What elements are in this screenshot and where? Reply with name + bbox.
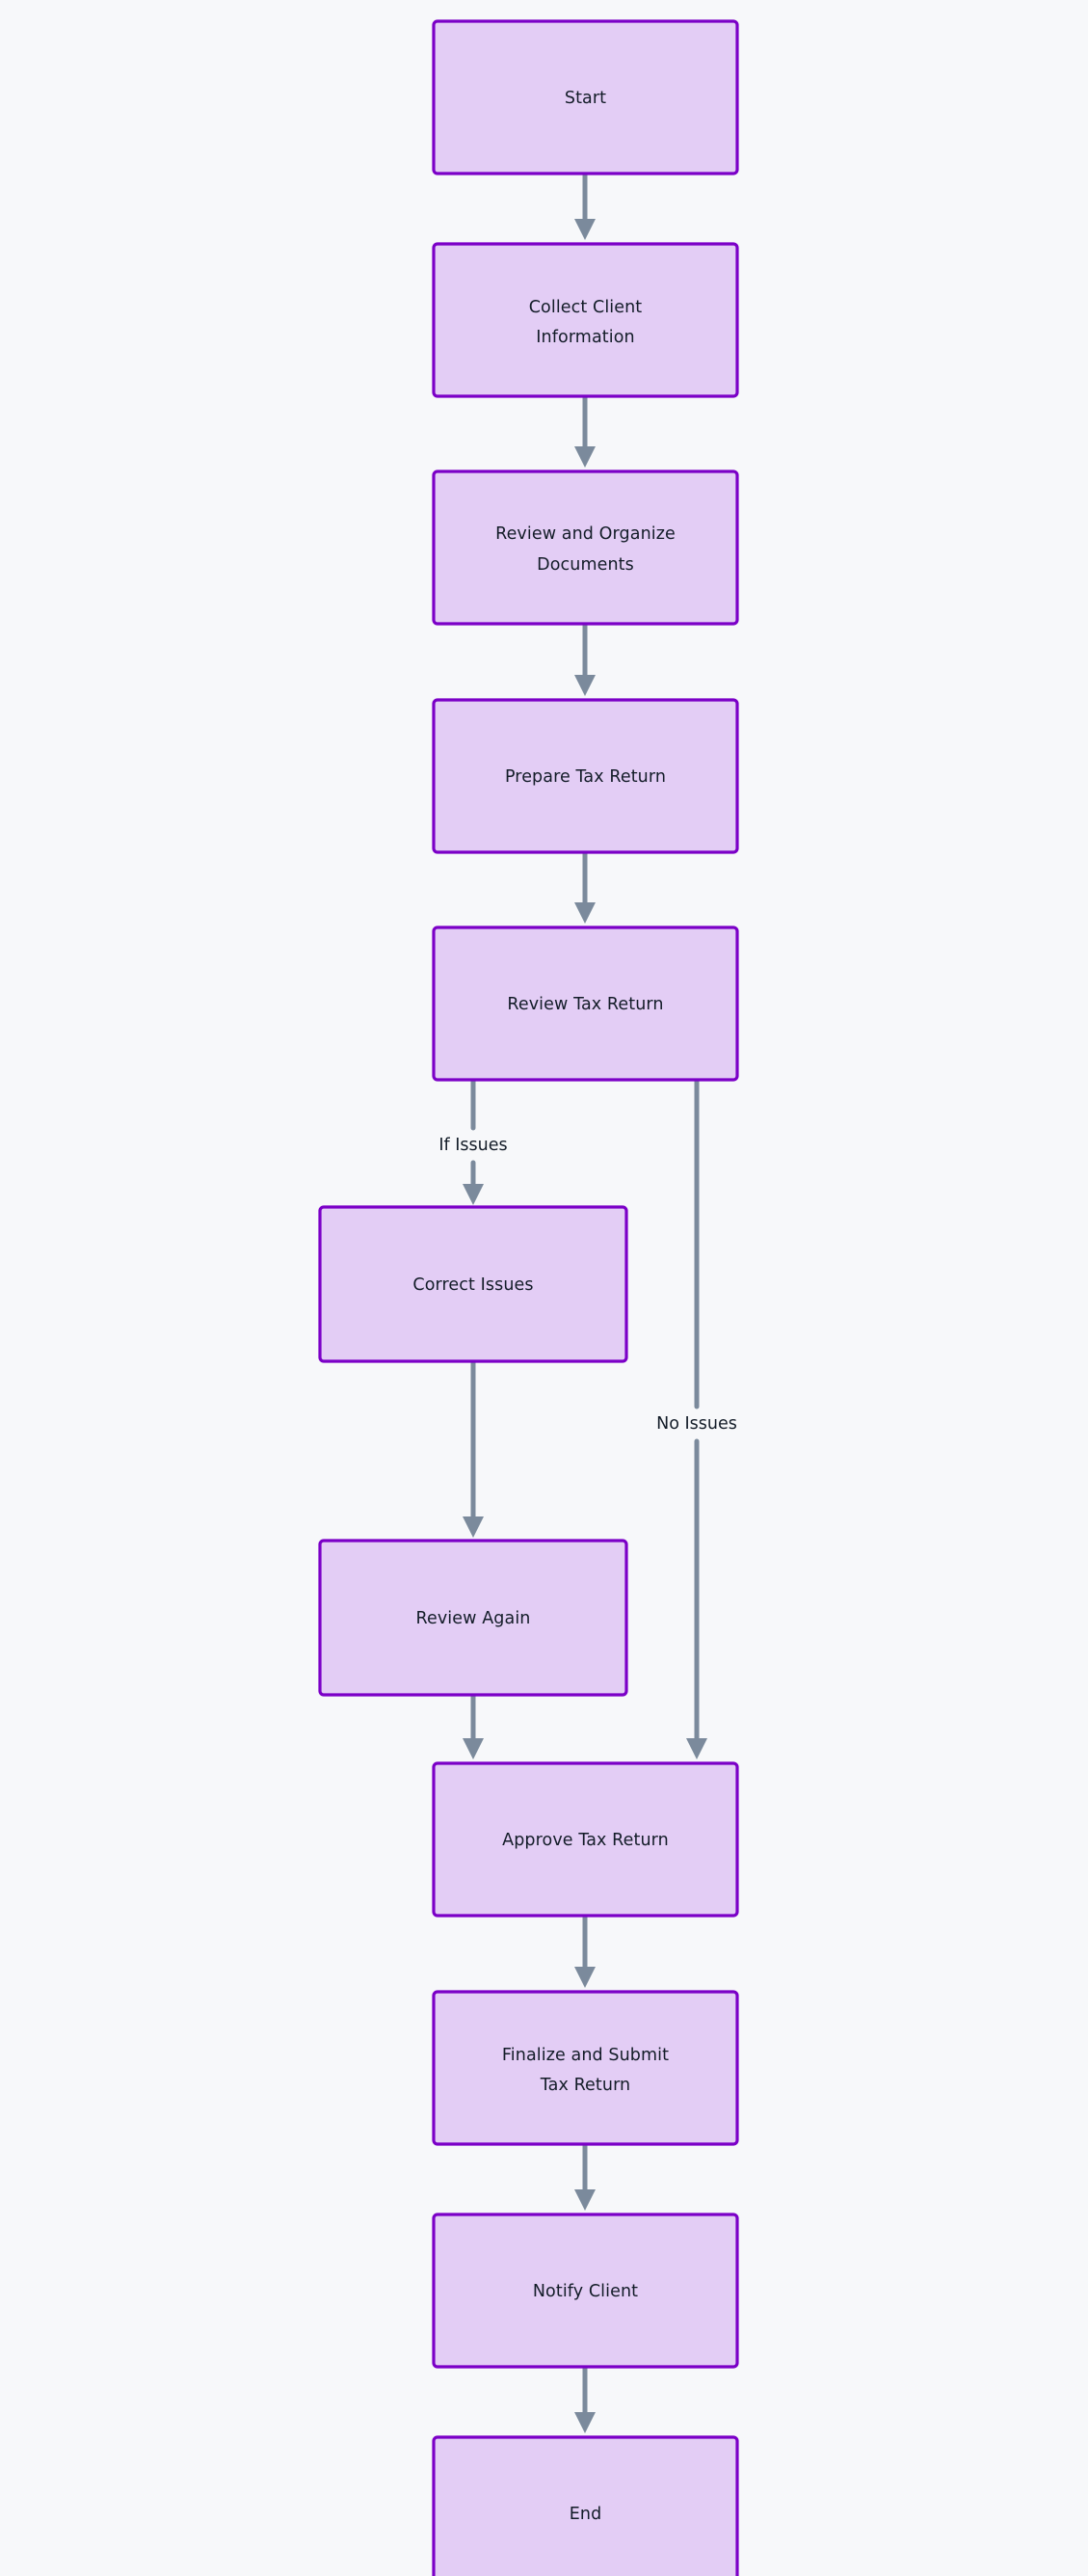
node-again-label: Review Again <box>416 1609 531 1628</box>
edge-notify-to-end <box>574 2364 596 2433</box>
node-notify-label: Notify Client <box>533 2282 638 2301</box>
node-layer: Start Collect Client Information Review … <box>318 19 739 2576</box>
node-collect-label-line-1: Collect Client <box>529 298 643 317</box>
node-end-label: End <box>570 2505 602 2524</box>
node-collect-shape[interactable] <box>432 242 739 398</box>
edge-finalize-to-notify <box>574 2141 596 2211</box>
flowchart-svg: If Issues No Issues Start Collect Client… <box>318 19 739 2576</box>
node-collect-client-information[interactable]: Collect Client Information <box>432 242 739 398</box>
node-correct-issues[interactable]: Correct Issues <box>318 1205 628 1363</box>
node-review-again[interactable]: Review Again <box>318 1539 628 1697</box>
node-start-label: Start <box>565 89 606 108</box>
edge-start-to-collect <box>574 171 596 240</box>
node-prepare-label: Prepare Tax Return <box>505 767 666 787</box>
node-start[interactable]: Start <box>432 19 739 175</box>
edge-again-to-approve <box>463 1692 484 1759</box>
node-collect-label-line-2: Information <box>536 328 634 347</box>
node-organize-label-line-1: Review and Organize <box>495 524 676 544</box>
node-finalize-shape[interactable] <box>432 1990 739 2146</box>
node-notify-client[interactable]: Notify Client <box>432 2213 739 2369</box>
node-review-tax-return[interactable]: Review Tax Return <box>432 926 739 1082</box>
node-end[interactable]: End <box>432 2435 739 2576</box>
node-prepare-tax-return[interactable]: Prepare Tax Return <box>432 698 739 854</box>
node-finalize-label-line-2: Tax Return <box>540 2076 631 2095</box>
edge-collect-to-organize <box>574 393 596 468</box>
node-review-label: Review Tax Return <box>507 995 663 1014</box>
node-approve-label: Approve Tax Return <box>502 1831 669 1850</box>
node-review-and-organize-documents[interactable]: Review and Organize Documents <box>432 470 739 626</box>
edge-prepare-to-review <box>574 849 596 924</box>
node-organize-label-line-2: Documents <box>537 555 634 575</box>
edge-approve-to-finalize <box>574 1913 596 1988</box>
node-finalize-label-line-1: Finalize and Submit <box>502 2046 669 2065</box>
edge-correct-to-again <box>463 1358 484 1538</box>
node-finalize-and-submit-tax-return[interactable]: Finalize and Submit Tax Return <box>432 1990 739 2146</box>
node-correct-label: Correct Issues <box>412 1275 533 1295</box>
edge-organize-to-prepare <box>574 621 596 696</box>
edge-label-no-issues: No Issues <box>656 1414 737 1434</box>
edge-label-if-issues: If Issues <box>438 1136 507 1155</box>
flowchart-canvas: If Issues No Issues Start Collect Client… <box>0 0 1088 2576</box>
node-organize-shape[interactable] <box>432 470 739 626</box>
node-approve-tax-return[interactable]: Approve Tax Return <box>432 1761 739 1918</box>
